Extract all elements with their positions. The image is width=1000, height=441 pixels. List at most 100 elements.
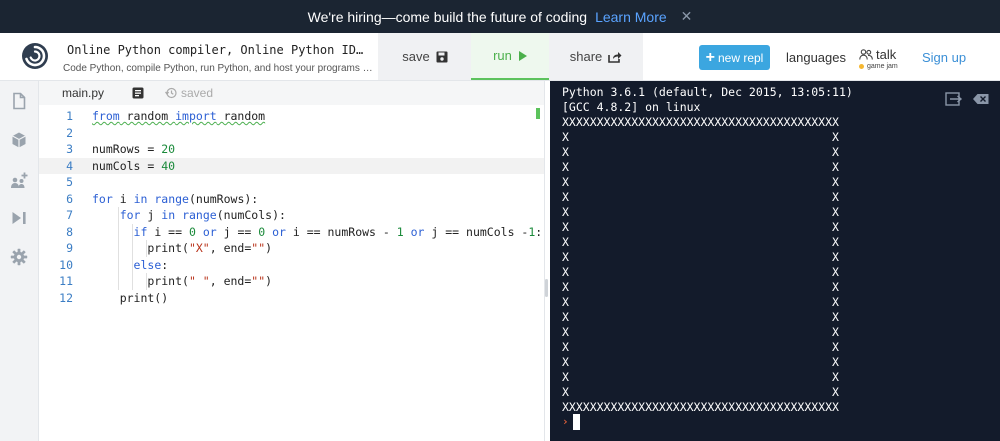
saved-label: saved: [181, 86, 214, 100]
console-prompt: ›: [562, 415, 569, 428]
line-number: 10: [59, 257, 73, 272]
console-output-line: X X: [562, 220, 839, 234]
code-line: 12 print(): [39, 290, 544, 306]
line-number: 1: [66, 109, 73, 123]
left-sidebar: [0, 81, 39, 441]
line-number: 12: [59, 290, 73, 305]
run-label: run: [493, 48, 512, 63]
share-button[interactable]: share: [549, 33, 643, 80]
talk-label: talk: [876, 47, 897, 62]
play-icon: [518, 50, 527, 61]
console-output-line: X X: [562, 205, 839, 219]
console-exit-icon[interactable]: [945, 92, 963, 106]
code-line: 3 numRows = 20: [39, 141, 544, 157]
code-line: 6 for i in range(numRows):: [39, 191, 544, 207]
share-icon: [608, 51, 622, 63]
code-text: print(" ", end=""): [92, 274, 273, 288]
indent-guide: [118, 207, 119, 290]
talk-link[interactable]: talk game jam: [859, 47, 909, 79]
code-line: 2: [39, 125, 544, 141]
code-line: 8 if i == 0 or j == 0 or i == numRows - …: [39, 224, 544, 240]
line-number: 9: [66, 241, 73, 255]
console-output-line: X X: [562, 130, 839, 144]
share-label: share: [569, 49, 603, 64]
console-output-line: Python 3.6.1 (default, Dec 2015, 13:05:1…: [562, 85, 853, 99]
code-text: print("X", end=""): [92, 241, 273, 255]
console-output-line: X X: [562, 265, 839, 279]
plus-icon: +: [705, 48, 715, 66]
line-number: 8: [66, 224, 73, 239]
console-panel[interactable]: › Python 3.6.1 (default, Dec 2015, 13:05…: [550, 81, 1000, 441]
floppy-disk-icon: [436, 51, 448, 62]
talk-sublabel: game jam: [867, 63, 898, 70]
line-number: 6: [66, 191, 73, 206]
console-output-line: X X: [562, 175, 839, 189]
console-output-line: X X: [562, 145, 839, 159]
console-output-line: XXXXXXXXXXXXXXXXXXXXXXXXXXXXXXXXXXXXXXXX: [562, 115, 839, 129]
console-output-line: X X: [562, 190, 839, 204]
code-area[interactable]: 1 from random import random 2 3 numRows = 20…: [39, 105, 544, 441]
repl-description: Code Python, compile Python, run Python,…: [63, 63, 373, 74]
code-text: print(): [92, 290, 169, 305]
code-text: numRows = 20: [92, 142, 176, 156]
code-text: from random import random: [92, 109, 266, 123]
console-output-line: X X: [562, 370, 839, 384]
new-repl-label: new repl: [717, 50, 764, 65]
code-line: 7 for j in range(numCols):: [39, 207, 544, 223]
console-output-line: X X: [562, 385, 839, 399]
console-output-line: X X: [562, 160, 839, 174]
console-output-line: X X: [562, 235, 839, 249]
clear-console-icon[interactable]: [972, 92, 990, 106]
multiplayer-icon[interactable]: [10, 171, 28, 189]
code-text: for i in range(numRows):: [92, 191, 259, 206]
console-output-line: X X: [562, 355, 839, 369]
banner-close-icon[interactable]: ✕: [681, 8, 693, 25]
indent-guide: [132, 223, 133, 290]
history-icon: [165, 87, 177, 99]
scroll-marker: [536, 108, 540, 119]
save-label: save: [402, 49, 430, 64]
settings-gear-icon[interactable]: [10, 248, 28, 266]
code-text: numCols = 40: [92, 158, 176, 173]
console-cursor: [573, 414, 580, 430]
code-line: 4 numCols = 40: [39, 157, 544, 174]
repl-title: Online Python compiler, Online Python ID…: [67, 43, 364, 57]
console-output-line: X X: [562, 340, 839, 354]
people-icon: [859, 49, 873, 60]
code-text: if i == 0 or j == 0 or i == numRows - 1 …: [133, 224, 543, 239]
indent-guide: [146, 240, 147, 257]
repl-logo-icon[interactable]: [21, 42, 49, 70]
banner-text: We're hiring—come build the future of co…: [307, 8, 588, 25]
console-output-line: X X: [562, 295, 839, 309]
languages-link[interactable]: languages: [786, 50, 846, 65]
console-output-line: X X: [562, 250, 839, 264]
code-editor: main.py saved 1 from random import random…: [39, 81, 544, 441]
new-repl-button[interactable]: + new repl: [699, 45, 770, 70]
package-icon[interactable]: [10, 131, 28, 149]
line-number: 3: [66, 142, 73, 156]
code-line: 1 from random import random: [39, 108, 544, 124]
save-button[interactable]: save: [378, 33, 472, 80]
code-line: 10 else:: [39, 257, 544, 273]
repl-title-block: Online Python compiler, Online Python ID…: [63, 42, 373, 74]
top-bar: Online Python compiler, Online Python ID…: [0, 33, 1000, 81]
console-output-line: X X: [562, 325, 839, 339]
run-button[interactable]: run: [471, 33, 549, 80]
code-line: 11 print(" ", end=""): [39, 273, 544, 289]
console-output-line: X X: [562, 310, 839, 324]
status-dot: [859, 64, 864, 69]
line-number: 5: [66, 175, 73, 189]
editor-tab-bar: main.py saved: [39, 81, 544, 105]
indent-guide: [146, 273, 147, 290]
code-text: for j in range(numCols):: [119, 208, 286, 222]
line-number: 2: [66, 125, 73, 140]
tab-main-py[interactable]: main.py: [39, 81, 125, 105]
resize-handle[interactable]: [545, 279, 548, 297]
learn-more-link[interactable]: Learn More: [595, 9, 667, 25]
code-text: else:: [133, 257, 169, 272]
sign-up-link[interactable]: Sign up: [922, 50, 966, 65]
console-output-line: [GCC 4.8.2] on linux: [562, 100, 701, 114]
file-icon[interactable]: [10, 92, 28, 110]
files-panel-icon[interactable]: [132, 87, 144, 99]
debugger-icon[interactable]: [10, 209, 28, 227]
